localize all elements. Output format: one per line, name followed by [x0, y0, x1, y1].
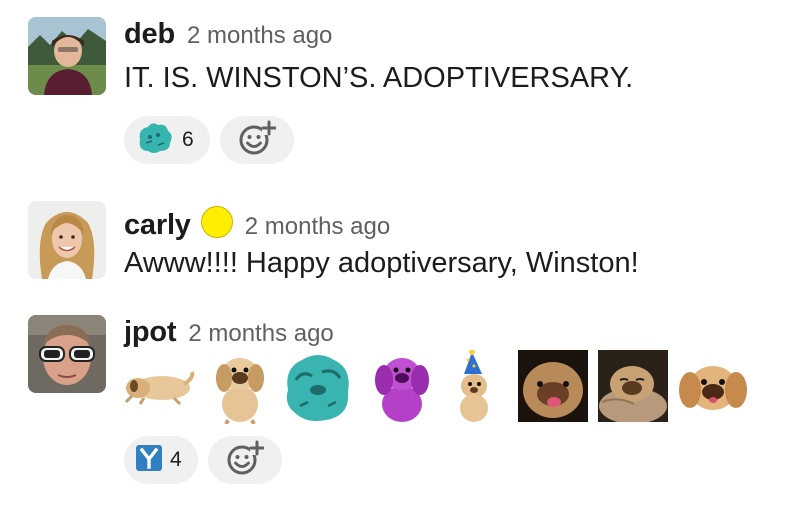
reaction-bar: 4: [124, 436, 282, 484]
timestamp[interactable]: 2 months ago: [245, 213, 390, 241]
add-reaction-button[interactable]: [207, 436, 282, 484]
add-reaction-icon: [238, 119, 277, 162]
add-reaction-button[interactable]: [219, 116, 294, 164]
add-reaction-icon: [226, 439, 265, 482]
author-name[interactable]: jpot: [124, 316, 177, 349]
teal-dog-emoji-icon: [136, 121, 174, 160]
sleeping-dog-emoji-icon: [124, 366, 196, 411]
party-hat-dog-emoji-icon: [454, 349, 502, 429]
message-text: IT. IS. WINSTON’S. ADOPTIVERSARY.: [124, 62, 634, 94]
timestamp[interactable]: 2 months ago: [187, 22, 332, 50]
dog-face-photo-emoji-icon: [518, 350, 588, 427]
dog-face-emoji-icon: [678, 360, 748, 421]
dog-on-pillow-emoji-icon: [598, 350, 668, 427]
y-letter-emoji-icon: [136, 444, 162, 476]
avatar-deb[interactable]: [28, 17, 106, 95]
reaction-count: 4: [170, 448, 182, 471]
reaction-bar: 6: [124, 116, 294, 164]
purple-pekingese-emoji-icon: [370, 350, 434, 429]
pekingese-emoji-icon: [208, 350, 272, 429]
avatar-jpot[interactable]: [28, 315, 106, 393]
author-name[interactable]: deb: [124, 18, 175, 51]
message-text: Awww!!!! Happy adoptiversary, Winston!: [124, 247, 639, 279]
author-name[interactable]: carly: [124, 209, 191, 242]
teal-pekingese-emoji-icon: [282, 350, 354, 429]
reaction-pill[interactable]: 4: [124, 436, 198, 484]
reaction-pill[interactable]: 6: [124, 116, 210, 164]
timestamp[interactable]: 2 months ago: [188, 320, 333, 348]
avatar-carly[interactable]: [28, 201, 106, 279]
reaction-count: 6: [182, 128, 194, 151]
yellow-circle-status-icon[interactable]: [200, 206, 233, 238]
